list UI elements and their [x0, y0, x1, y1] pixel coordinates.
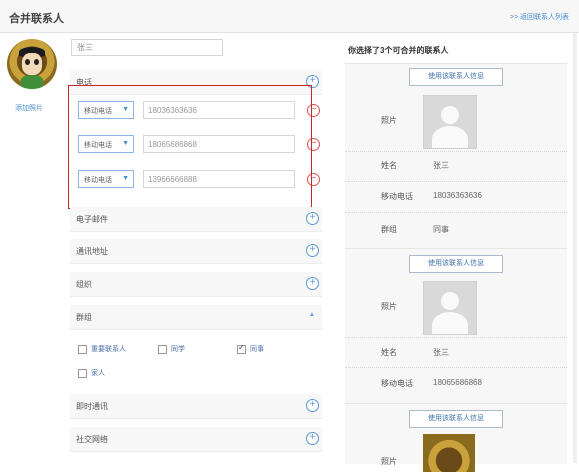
section-org[interactable]: 组织 + [70, 272, 322, 297]
group-option-label: 家人 [91, 370, 105, 377]
avatar[interactable] [7, 39, 57, 89]
divider [345, 367, 567, 368]
section-social[interactable]: 社交网络 + [70, 427, 322, 452]
add-photo-link[interactable]: 添加照片 [15, 103, 43, 113]
add-social-plus-icon[interactable]: + [306, 432, 319, 445]
section-address[interactable]: 通讯地址 + [70, 239, 322, 264]
section-org-label: 组织 [76, 280, 92, 289]
phone-highlight-box [68, 85, 312, 209]
mobile-label: 移动电话 [381, 379, 413, 388]
section-group[interactable]: 群组 ▲ [70, 305, 322, 330]
caret-up-icon[interactable]: ▲ [309, 312, 315, 318]
contact-card: 使用该联系人信息 照片 姓名 张三 移动电话 18036363636 群组 同事 [345, 63, 567, 249]
avatar [423, 434, 475, 472]
back-to-contacts-link[interactable]: >> 返回联系人列表 [510, 12, 569, 22]
add-address-plus-icon[interactable]: + [306, 244, 319, 257]
divider [345, 151, 567, 152]
add-org-plus-icon[interactable]: + [306, 277, 319, 290]
checkbox[interactable] [78, 344, 87, 354]
avatar-eye [34, 59, 39, 65]
group-option-label: 同事 [250, 346, 264, 353]
name-field[interactable] [71, 39, 223, 56]
page-header: 合并联系人 >> 返回联系人列表 [0, 0, 579, 33]
use-contact-button[interactable]: 使用该联系人信息 [409, 68, 503, 86]
contact-card: 使用该联系人信息 照片 姓名 张三 移动电话 18065686868 [345, 248, 567, 404]
checkbox[interactable] [78, 368, 87, 378]
page-title: 合并联系人 [9, 13, 64, 25]
group-value: 同事 [433, 225, 449, 234]
candidates-title: 你选择了3个可合并的联系人 [348, 46, 449, 55]
divider [345, 181, 567, 182]
contact-card: 使用该联系人信息 照片 [345, 403, 567, 472]
group-option[interactable]: 家人 [78, 368, 105, 378]
mobile-label: 移动电话 [381, 192, 413, 201]
photo-label: 照片 [381, 457, 397, 466]
merge-form: 添加照片 电话 + 移动电话 ▼ − 移动电话 ▼ − 移动电话 ▼ − 电子邮… [0, 33, 330, 463]
name-label: 姓名 [381, 161, 397, 170]
photo-placeholder [423, 281, 477, 335]
photo-label: 照片 [381, 116, 397, 125]
name-value: 张三 [433, 348, 449, 357]
person-shoulders [432, 126, 468, 148]
checkbox-checked[interactable] [237, 343, 246, 354]
avatar-eye [25, 59, 30, 65]
name-label: 姓名 [381, 348, 397, 357]
checkbox[interactable] [158, 344, 167, 354]
photo-label: 照片 [381, 302, 397, 311]
section-email-label: 电子邮件 [76, 215, 108, 224]
group-option-label: 同学 [171, 346, 185, 353]
mobile-value: 18036363636 [433, 191, 482, 200]
section-im[interactable]: 即时通讯 + [70, 394, 322, 419]
section-address-label: 通讯地址 [76, 247, 108, 256]
scrollbar[interactable] [573, 33, 577, 463]
person-shoulders [432, 312, 468, 334]
section-email[interactable]: 电子邮件 + [70, 207, 322, 232]
add-email-plus-icon[interactable]: + [306, 212, 319, 225]
group-label: 群组 [381, 225, 397, 234]
section-social-label: 社交网络 [76, 435, 108, 444]
group-option[interactable]: 同学 [158, 344, 185, 354]
section-group-label: 群组 [76, 313, 92, 322]
group-option[interactable]: 重要联系人 [78, 344, 126, 354]
section-im-label: 即时通讯 [76, 402, 108, 411]
divider [345, 337, 567, 338]
group-option[interactable]: 同事 [237, 343, 264, 354]
mobile-value: 18065686868 [433, 378, 482, 387]
add-im-plus-icon[interactable]: + [306, 399, 319, 412]
candidate-panel: 你选择了3个可合并的联系人 使用该联系人信息 照片 姓名 张三 移动电话 180… [345, 33, 570, 472]
avatar-body [21, 75, 43, 89]
divider [345, 212, 567, 213]
use-contact-button[interactable]: 使用该联系人信息 [409, 410, 503, 428]
person-head [441, 106, 459, 124]
use-contact-button[interactable]: 使用该联系人信息 [409, 255, 503, 273]
photo-placeholder [423, 95, 477, 149]
name-value: 张三 [433, 161, 449, 170]
group-option-label: 重要联系人 [91, 346, 126, 353]
person-head [441, 292, 459, 310]
